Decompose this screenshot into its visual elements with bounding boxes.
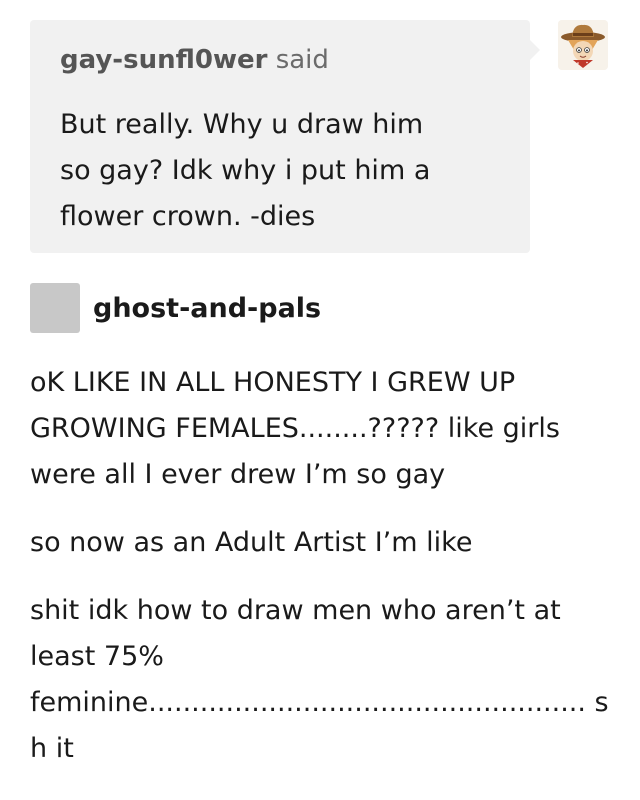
reply-paragraph: oK LIKE IN ALL HONESTY I GREW UP GROWING… <box>30 367 560 490</box>
reply-avatar[interactable] <box>30 283 80 333</box>
reply-blog-name-link[interactable]: ghost-and-pals <box>93 293 321 324</box>
ask-bubble: gay-sunfl0wer said But really. Why u dra… <box>30 20 540 253</box>
reply-body: oK LIKE IN ALL HONESTY I GREW UP GROWING… <box>30 360 625 794</box>
reply-header: ghost-and-pals <box>30 283 321 333</box>
asker-name-link[interactable]: gay-sunfl0wer <box>60 45 267 75</box>
reply-paragraph: shit idk how to draw men who aren’t at l… <box>30 595 609 764</box>
said-label: said <box>275 45 329 75</box>
ask-body-text: But really. Why u draw him so gay? Idk w… <box>60 109 431 232</box>
cowboy-avatar-icon <box>558 20 608 70</box>
asker-line: gay-sunfl0wer said <box>60 40 500 80</box>
asker-avatar[interactable] <box>558 20 608 70</box>
reply-paragraph: so now as an Adult Artist I’m like <box>30 527 473 558</box>
